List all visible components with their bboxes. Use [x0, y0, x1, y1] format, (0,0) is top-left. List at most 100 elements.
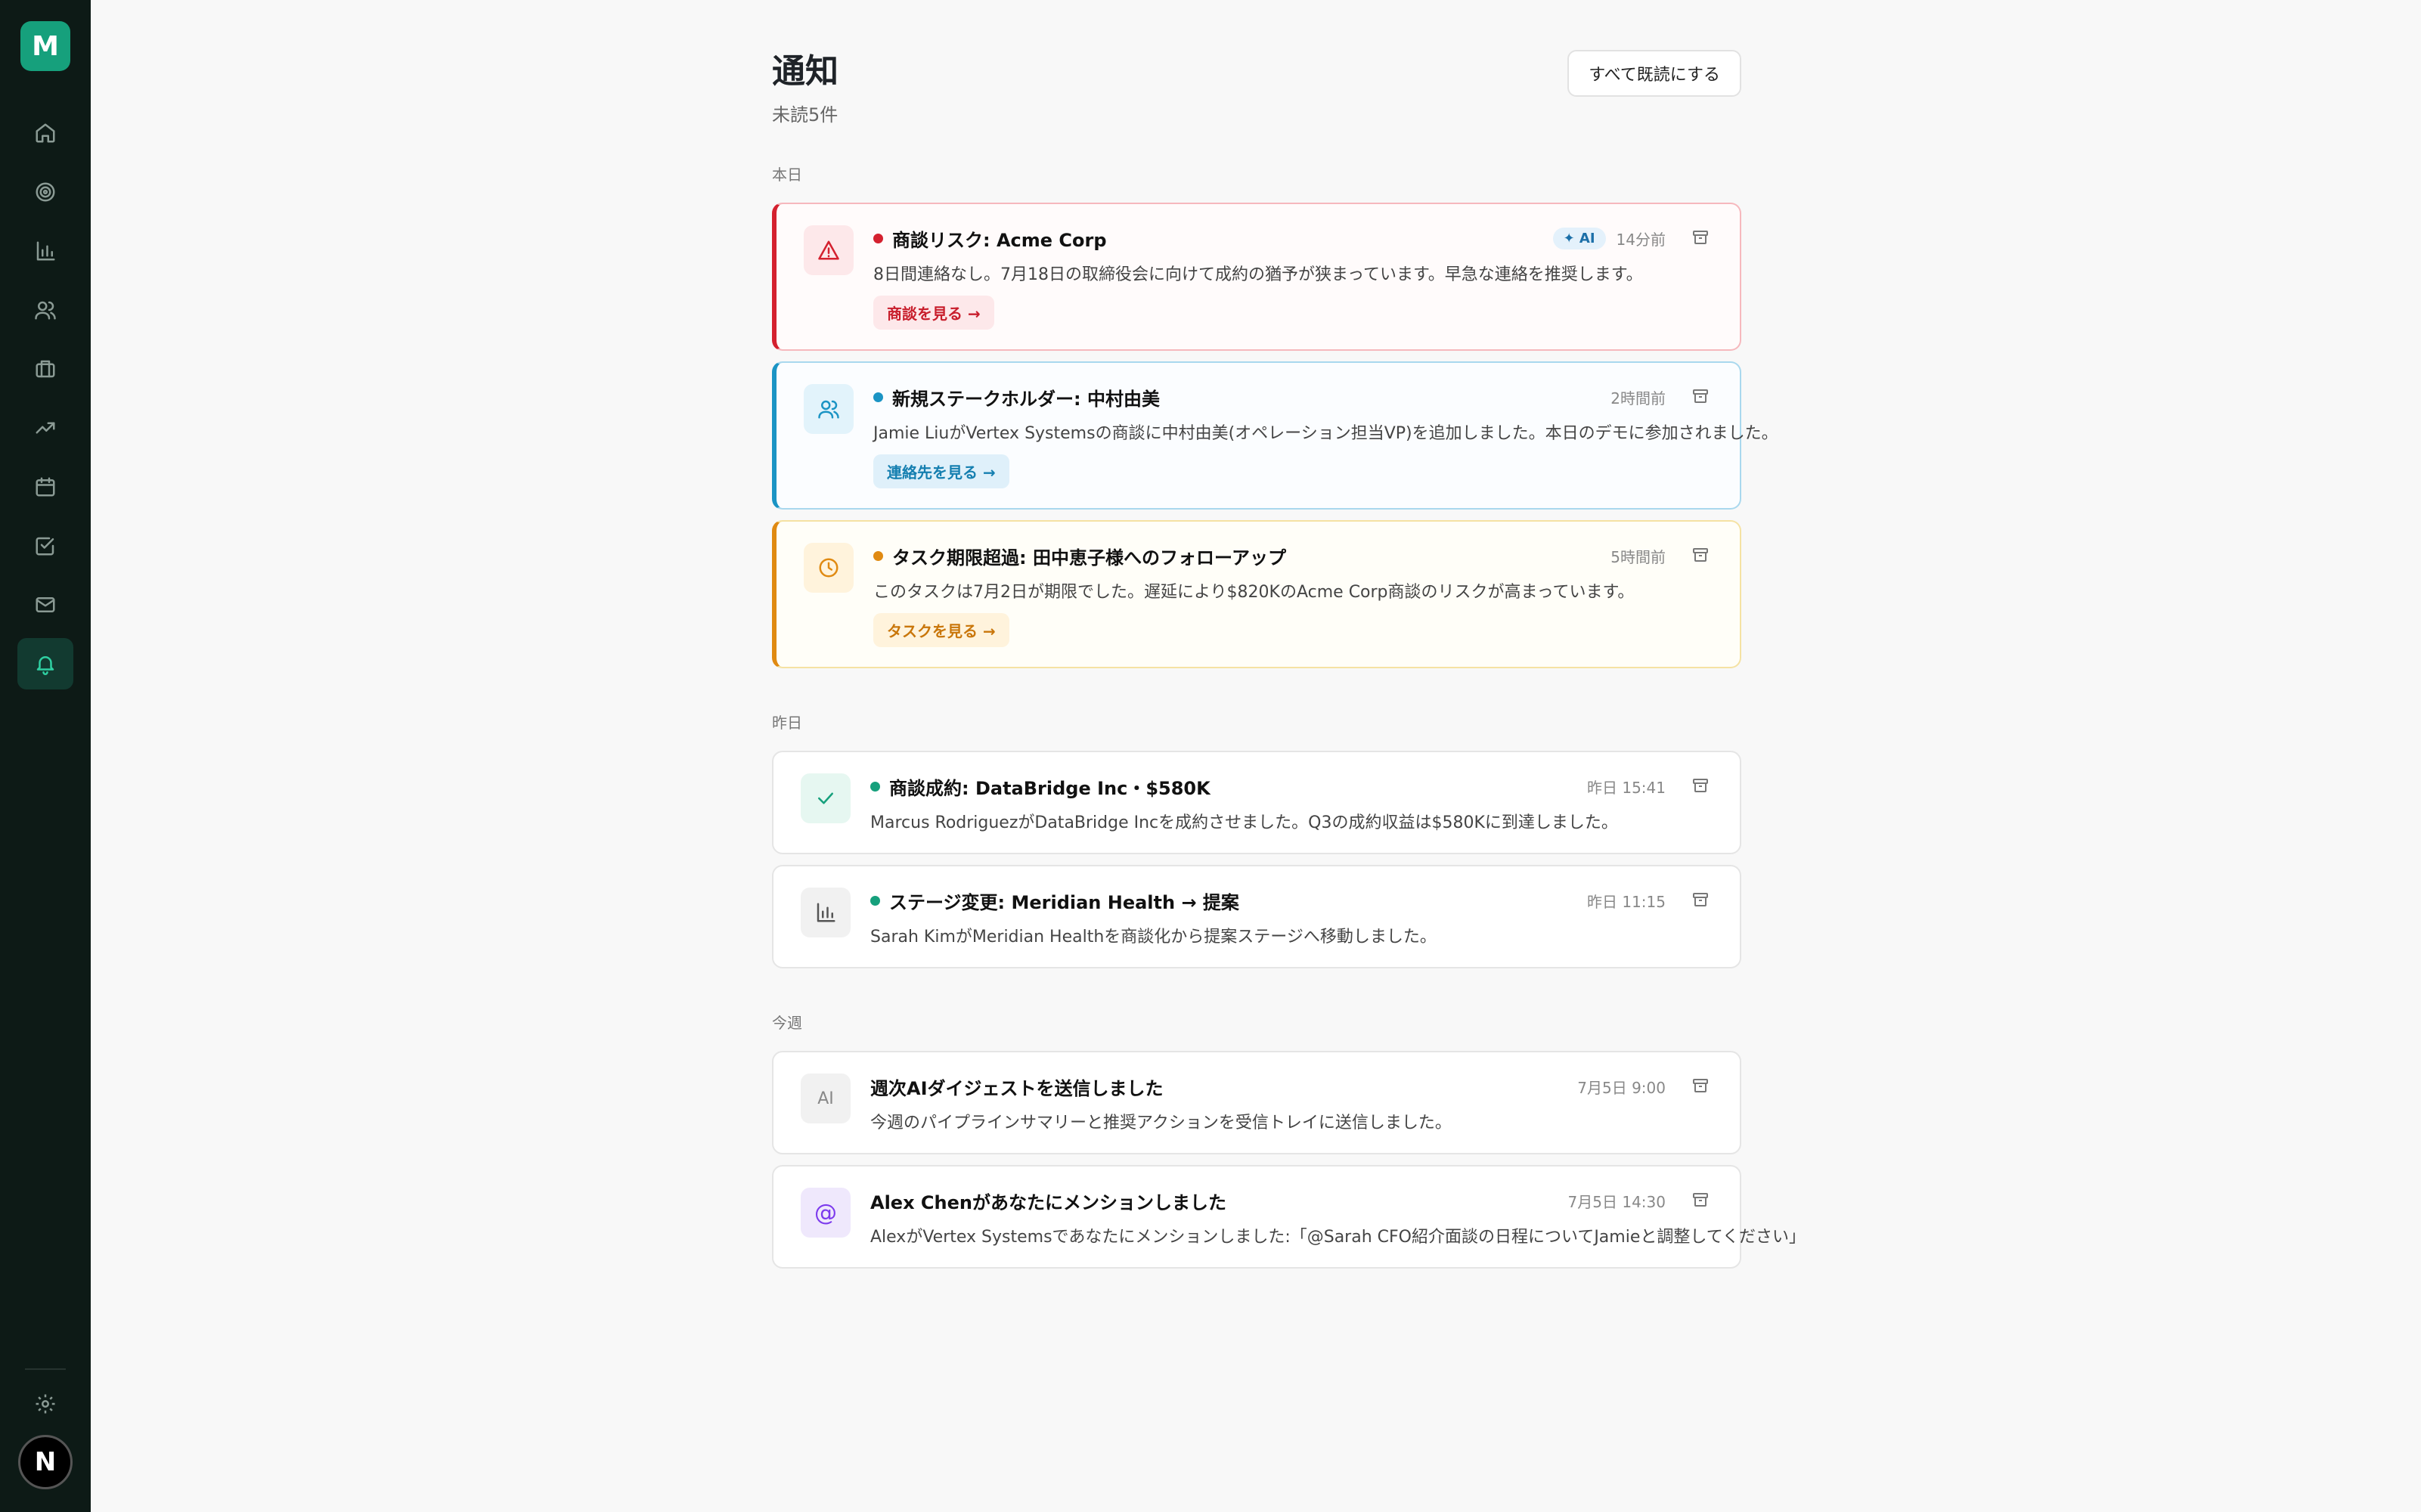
notification-title-text: ステージ変更: Meridian Health → 提案: [889, 892, 1239, 913]
section-label-today: 本日: [772, 166, 802, 184]
notification-body: 8日間連絡なし。7月18日の取締役会に向けて成約の猶予が狭まっています。早急な連…: [873, 265, 1643, 284]
unread-dot: [873, 392, 883, 402]
section-label-yesterday: 昨日: [772, 714, 802, 732]
page-title: 通知: [772, 52, 839, 91]
archive-icon: [1693, 892, 1708, 906]
sidebar-item-analytics[interactable]: [17, 225, 73, 277]
archive-icon: [1693, 230, 1708, 244]
checkbox-icon: [36, 537, 54, 556]
sidebar-item-trends[interactable]: [17, 402, 73, 454]
notification-body: Marcus RodriguezがDataBridge Incを成約させました。…: [870, 813, 1618, 832]
mail-icon: [36, 597, 55, 612]
archive-button[interactable]: [1691, 891, 1710, 912]
notification-title: 商談成約: DataBridge Inc・$580K: [870, 773, 1210, 800]
unread-dot: [870, 896, 880, 906]
notification-time: 昨日 15:41: [1587, 779, 1666, 797]
notifications-page: 通知 未読5件 すべて既読にする 本日 商談リスク: Acme Corp ✦ A…: [772, 48, 1806, 1279]
sidebar-item-home[interactable]: [17, 107, 73, 159]
notification-title-text: 週次AIダイジェストを送信しました: [870, 1078, 1164, 1099]
bar-chart-icon: [817, 903, 835, 922]
sidebar-item-targets[interactable]: [17, 166, 73, 218]
notification-body: Sarah KimがMeridian Healthを商談化から提案ステージへ移動…: [870, 928, 1437, 947]
settings-button[interactable]: [34, 1393, 57, 1418]
sidebar-item-contacts[interactable]: [17, 284, 73, 336]
notification-body: AlexがVertex Systemsであなたにメンションしました:「@Sara…: [870, 1228, 1806, 1247]
warning-triangle-icon: [818, 240, 839, 260]
notification-title: 週次AIダイジェストを送信しました: [870, 1074, 1164, 1100]
notification-title-text: 新規ステークホルダー: 中村由美: [892, 389, 1160, 410]
notification-title-text: タスク期限超過: 田中恵子様へのフォローアップ: [892, 547, 1286, 569]
unread-dot: [873, 551, 883, 561]
unread-count: 未読5件: [772, 104, 839, 125]
ai-badge: ✦ AI: [1552, 228, 1606, 249]
stakeholder-icon-box: [804, 384, 854, 434]
notification-body: 今週のパイプラインサマリーと推奨アクションを受信トレイに送信しました。: [870, 1114, 1452, 1132]
notification-card[interactable]: 商談リスク: Acme Corp ✦ AI 14分前 8日間連絡なし。7月18日…: [772, 203, 1741, 351]
briefcase-icon: [36, 360, 55, 378]
notification-time: 5時間前: [1610, 548, 1666, 566]
sidebar-item-tasks[interactable]: [17, 520, 73, 572]
notification-card[interactable]: 商談成約: DataBridge Inc・$580K 昨日 15:41 Marc…: [772, 751, 1741, 854]
gear-icon: [36, 1394, 55, 1414]
overdue-icon-box: [804, 543, 854, 593]
notification-card[interactable]: @ Alex Chenがあなたにメンションしました 7月5日 14:30 Ale…: [772, 1165, 1806, 1269]
sidebar-divider: [25, 1368, 66, 1370]
sidebar: M N: [0, 0, 91, 1512]
view-task-link[interactable]: タスクを見る →: [873, 613, 1009, 647]
notification-time: 7月5日 14:30: [1567, 1193, 1666, 1211]
target-icon: [36, 182, 55, 202]
notification-time: 14分前: [1616, 231, 1666, 249]
archive-button[interactable]: [1691, 546, 1710, 567]
notification-title: Alex Chenがあなたにメンションしました: [870, 1188, 1226, 1214]
archive-icon: [1693, 1192, 1708, 1207]
mention-icon: @: [801, 1188, 851, 1238]
sidebar-item-mail[interactable]: [17, 579, 73, 631]
notification-title-text: Alex Chenがあなたにメンションしました: [870, 1192, 1226, 1213]
archive-icon: [1693, 778, 1708, 792]
notification-body: このタスクは7月2日が期限でした。遅延により$820KのAcme Corp商談の…: [873, 583, 1635, 602]
ai-digest-icon: AI: [801, 1074, 851, 1123]
sidebar-item-notifications[interactable]: [17, 638, 73, 689]
archive-button[interactable]: [1691, 387, 1710, 408]
bell-icon: [36, 656, 54, 675]
alert-icon-box: [804, 225, 854, 275]
archive-button[interactable]: [1691, 228, 1710, 249]
users-icon: [818, 400, 839, 419]
notification-time: 7月5日 9:00: [1577, 1079, 1666, 1097]
notification-title: タスク期限超過: 田中恵子様へのフォローアップ: [873, 543, 1286, 569]
archive-icon: [1693, 547, 1708, 562]
notification-card[interactable]: AI 週次AIダイジェストを送信しました 7月5日 9:00 今週のパイプライン…: [772, 1051, 1741, 1154]
notification-title: 新規ステークホルダー: 中村由美: [873, 384, 1160, 411]
calendar-icon: [36, 477, 55, 497]
unread-dot: [870, 782, 880, 792]
section-label-this-week: 今週: [772, 1014, 802, 1032]
notification-title-text: 商談成約: DataBridge Inc・$580K: [889, 778, 1210, 799]
users-icon: [35, 301, 56, 320]
archive-icon: [1693, 1078, 1708, 1092]
notification-card[interactable]: 新規ステークホルダー: 中村由美 2時間前 Jamie LiuがVertex S…: [772, 361, 1778, 510]
avatar[interactable]: N: [18, 1435, 73, 1489]
clock-icon: [819, 558, 839, 578]
archive-icon: [1693, 389, 1708, 403]
sidebar-nav: [17, 107, 73, 689]
notification-time: 2時間前: [1610, 389, 1666, 407]
view-contact-link[interactable]: 連絡先を見る →: [873, 454, 1009, 488]
sidebar-item-calendar[interactable]: [17, 461, 73, 513]
sidebar-item-deals[interactable]: [17, 343, 73, 395]
app-logo[interactable]: M: [20, 21, 70, 71]
notification-title-text: 商談リスク: Acme Corp: [892, 230, 1107, 251]
page-header: 通知 未読5件 すべて既読にする: [772, 48, 1741, 126]
view-deal-link[interactable]: 商談を見る →: [873, 296, 994, 330]
archive-button[interactable]: [1691, 1077, 1710, 1098]
notification-body: Jamie LiuがVertex Systemsの商談に中村由美(オペレーション…: [873, 424, 1778, 443]
mark-all-read-button[interactable]: すべて既読にする: [1567, 50, 1741, 97]
archive-button[interactable]: [1691, 776, 1710, 798]
unread-dot: [873, 234, 883, 243]
notification-card[interactable]: ステージ変更: Meridian Health → 提案 昨日 11:15 Sa…: [772, 865, 1741, 968]
bar-chart-icon: [36, 241, 55, 261]
check-icon: [818, 792, 833, 804]
notification-card[interactable]: タスク期限超過: 田中恵子様へのフォローアップ 5時間前 このタスクは7月2日が…: [772, 520, 1741, 668]
trending-up-icon: [36, 422, 55, 434]
home-icon: [36, 123, 55, 143]
archive-button[interactable]: [1691, 1191, 1710, 1212]
